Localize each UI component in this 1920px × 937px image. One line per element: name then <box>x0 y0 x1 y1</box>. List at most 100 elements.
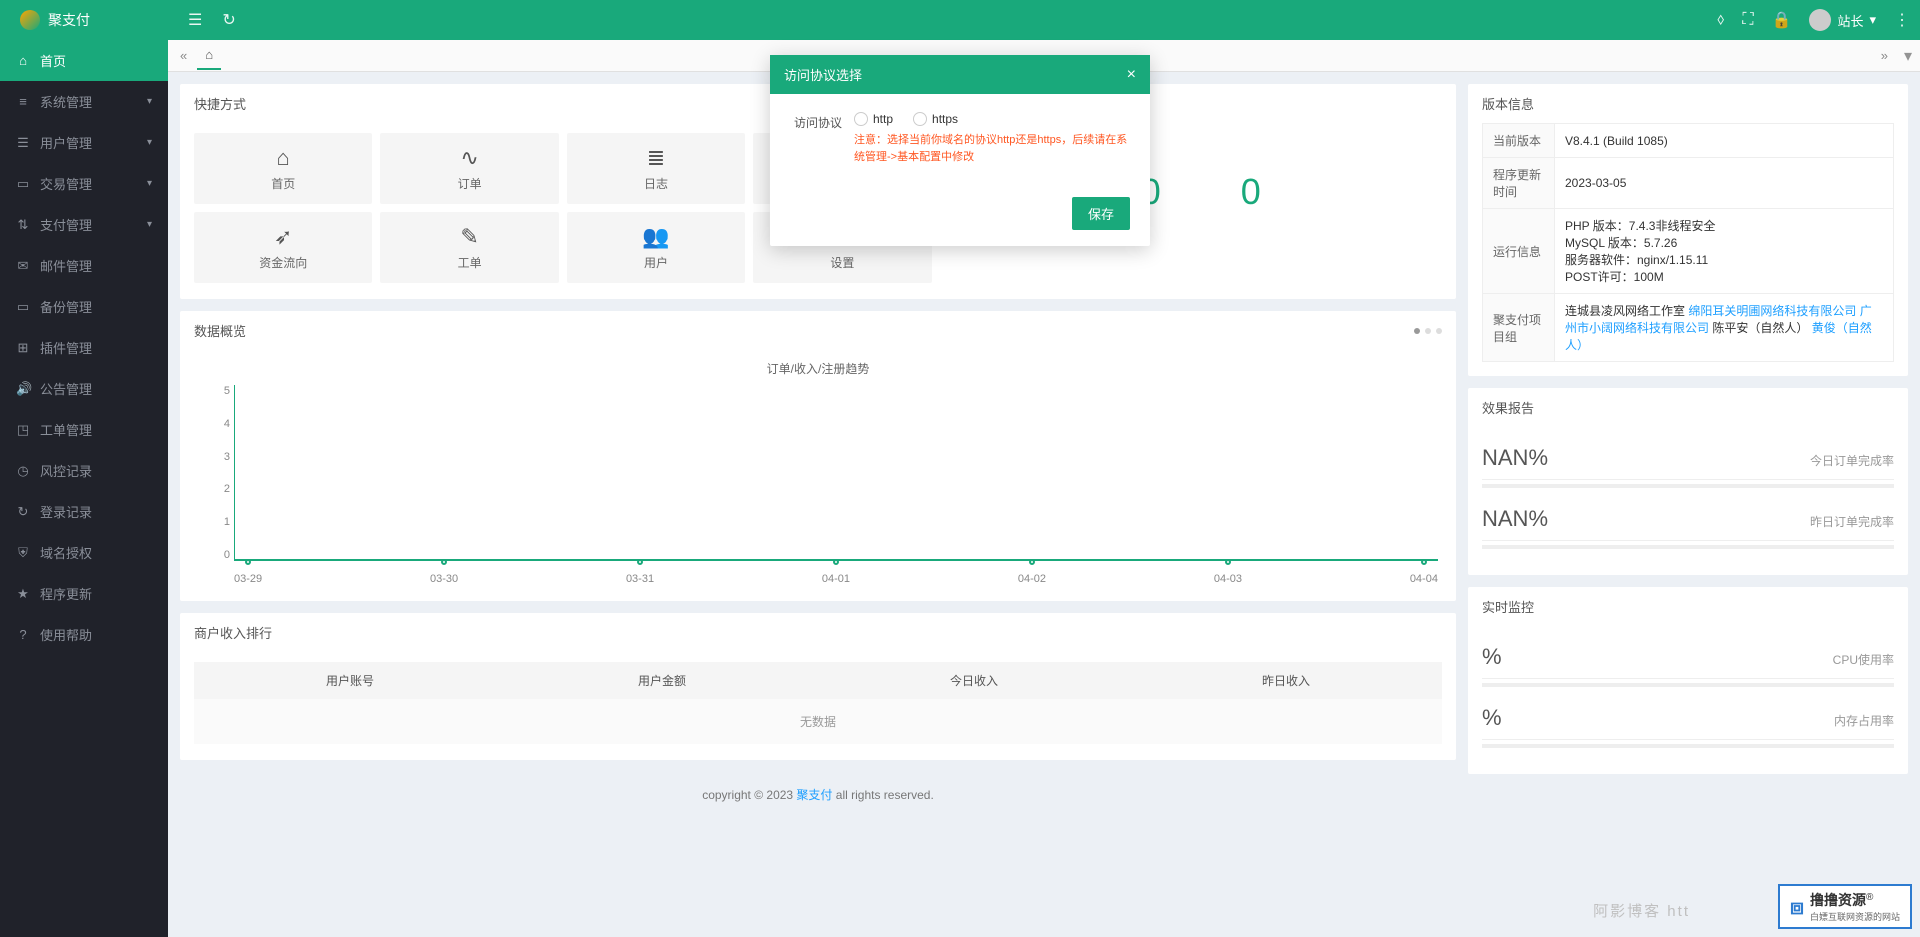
footer-brand-link[interactable]: 聚支付 <box>796 788 832 802</box>
top-header: 聚支付 ☰ ↻ ⬨ ⛶ 🔒 站长 ▾ ⋮ <box>0 0 1920 40</box>
team-link-1[interactable]: 绵阳耳关明圃网络科技有限公司 <box>1688 304 1856 318</box>
sidebar-item-8[interactable]: 🔊公告管理 <box>0 368 168 409</box>
rank-empty: 无数据 <box>194 699 1442 744</box>
stat-row: NAN%昨日订单完成率 <box>1482 498 1894 541</box>
chevron-down-icon: ▾ <box>147 219 152 230</box>
progress-bar <box>1482 683 1894 687</box>
sidebar-item-2[interactable]: ☰用户管理▾ <box>0 122 168 163</box>
quick-label: 首页 <box>198 175 368 192</box>
monitor-title: 实时监控 <box>1482 597 1534 616</box>
quick-item[interactable]: ➶资金流向 <box>194 212 372 283</box>
sidebar-icon: ★ <box>16 586 30 602</box>
version-title: 版本信息 <box>1482 94 1534 113</box>
sidebar-label: 备份管理 <box>40 297 92 316</box>
tab-menu-icon[interactable]: ▾ <box>1904 46 1912 66</box>
sidebar-label: 邮件管理 <box>40 256 92 275</box>
lock-icon[interactable]: 🔒 <box>1772 10 1792 30</box>
quick-item[interactable]: ✎工单 <box>380 212 558 283</box>
effect-panel: 效果报告 NAN% 今日订单完成率 NAN%昨日订单完成率 <box>1468 388 1908 575</box>
chevron-down-icon: ▾ <box>147 96 152 107</box>
sidebar-item-14[interactable]: ?使用帮助 <box>0 614 168 655</box>
quick-item[interactable]: ⌂首页 <box>194 133 372 204</box>
sidebar-label: 支付管理 <box>40 215 92 234</box>
stat-zero-2: 0 <box>1241 171 1261 213</box>
sidebar-label: 风控记录 <box>40 461 92 480</box>
sidebar-label: 公告管理 <box>40 379 92 398</box>
save-button[interactable]: 保存 <box>1072 197 1130 230</box>
quick-title: 快捷方式 <box>194 94 246 113</box>
more-icon[interactable]: ⋮ <box>1894 10 1910 30</box>
sidebar-icon: ▭ <box>16 176 30 192</box>
radio-https[interactable]: https <box>913 112 958 126</box>
table-header: 用户金额 <box>506 662 818 699</box>
sidebar-icon: ⇅ <box>16 217 30 233</box>
site-watermark: ⧈ 撸撸资源® 白嫖互联网资源的网站 <box>1778 884 1912 929</box>
quick-item[interactable]: 👥用户 <box>567 212 745 283</box>
sidebar-item-3[interactable]: ▭ 交易管理 ▾ <box>0 163 168 204</box>
sidebar-item-11[interactable]: ↻登录记录 <box>0 491 168 532</box>
sidebar-icon: ▭ <box>16 299 30 315</box>
refresh-icon[interactable]: ↻ <box>222 10 235 30</box>
blog-watermark: 阿影博客 htt <box>1593 900 1690 921</box>
quick-label: 订单 <box>384 175 554 192</box>
sidebar-item-4[interactable]: ⇅ 支付管理 ▾ <box>0 204 168 245</box>
quick-icon: ≣ <box>571 145 741 169</box>
table-header: 昨日收入 <box>1130 662 1442 699</box>
user-dropdown[interactable]: 站长 ▾ <box>1809 9 1876 31</box>
stat-label: 今日订单完成率 <box>1810 452 1894 469</box>
close-icon[interactable]: × <box>1127 66 1136 84</box>
progress-bar <box>1482 484 1894 488</box>
menu-toggle-icon[interactable]: ☰ <box>188 10 202 30</box>
sidebar-label: 系统管理 <box>40 92 92 111</box>
chart-marker <box>1029 559 1035 565</box>
avatar <box>1809 9 1831 31</box>
tab-home[interactable]: ⌂ <box>197 41 221 70</box>
stat-value: NAN% <box>1482 506 1548 532</box>
chart: 543210 03-2903-3003-3104-0104-0204-0304-… <box>194 385 1442 585</box>
stat-value: % <box>1482 705 1502 731</box>
sidebar-label: 交易管理 <box>40 174 92 193</box>
fullscreen-icon[interactable]: ⛶ <box>1742 11 1753 29</box>
chevron-down-icon: ▾ <box>147 178 152 189</box>
sidebar: ⌂首页≡系统管理▾☰用户管理▾▭交易管理▾⇅支付管理▾✉邮件管理▭备份管理⊞插件… <box>0 40 168 937</box>
quick-icon: ✎ <box>384 224 554 248</box>
quick-item[interactable]: ≣日志 <box>567 133 745 204</box>
sidebar-icon: ◷ <box>16 463 30 479</box>
table-header: 今日收入 <box>818 662 1130 699</box>
chart-marker <box>441 559 447 565</box>
version-panel: 版本信息 当前版本V8.4.1 (Build 1085) 程序更新时间2023-… <box>1468 84 1908 376</box>
user-name: 站长 <box>1837 11 1863 30</box>
rank-table: 用户账号用户金额今日收入昨日收入 无数据 <box>194 662 1442 744</box>
sidebar-item-6[interactable]: ▭ 备份管理 <box>0 286 168 327</box>
sidebar-item-5[interactable]: ✉ 邮件管理 <box>0 245 168 286</box>
logo[interactable]: 聚支付 <box>10 10 178 30</box>
stat-row: %内存占用率 <box>1482 697 1894 740</box>
sidebar-item-12[interactable]: ⛨域名授权 <box>0 532 168 573</box>
monitor-panel: 实时监控 % CPU使用率 %内存占用率 <box>1468 587 1908 774</box>
stat-row: NAN% 今日订单完成率 <box>1482 437 1894 480</box>
sidebar-item-13[interactable]: ★程序更新 <box>0 573 168 614</box>
logo-icon <box>20 10 40 30</box>
sidebar-item-9[interactable]: ◳工单管理 <box>0 409 168 450</box>
quick-item[interactable]: ∿订单 <box>380 133 558 204</box>
progress-bar <box>1482 744 1894 748</box>
sidebar-item-1[interactable]: ≡系统管理▾ <box>0 81 168 122</box>
sidebar-label: 使用帮助 <box>40 625 92 644</box>
quick-label: 资金流向 <box>198 254 368 271</box>
tab-scroll-right[interactable]: » <box>1877 48 1892 63</box>
modal-hint: 注意：选择当前你域名的协议http还是https，后续请在系统管理->基本配置中… <box>854 132 1130 165</box>
sidebar-item-10[interactable]: ◷ 风控记录 <box>0 450 168 491</box>
stat-label: CPU使用率 <box>1833 651 1894 668</box>
sidebar-item-7[interactable]: ⊞插件管理 <box>0 327 168 368</box>
stat-value: NAN% <box>1482 445 1548 471</box>
radio-http[interactable]: http <box>854 112 893 126</box>
tab-scroll-left[interactable]: « <box>176 48 191 63</box>
chart-marker <box>245 559 251 565</box>
sidebar-icon: ✉ <box>16 258 30 274</box>
sidebar-icon: ☰ <box>16 135 30 151</box>
data-overview-title: 数据概览 <box>194 321 246 340</box>
version-table: 当前版本V8.4.1 (Build 1085) 程序更新时间2023-03-05… <box>1482 123 1894 362</box>
tag-icon[interactable]: ⬨ <box>1717 11 1724 29</box>
sidebar-item-0[interactable]: ⌂首页 <box>0 40 168 81</box>
effect-title: 效果报告 <box>1482 398 1534 417</box>
